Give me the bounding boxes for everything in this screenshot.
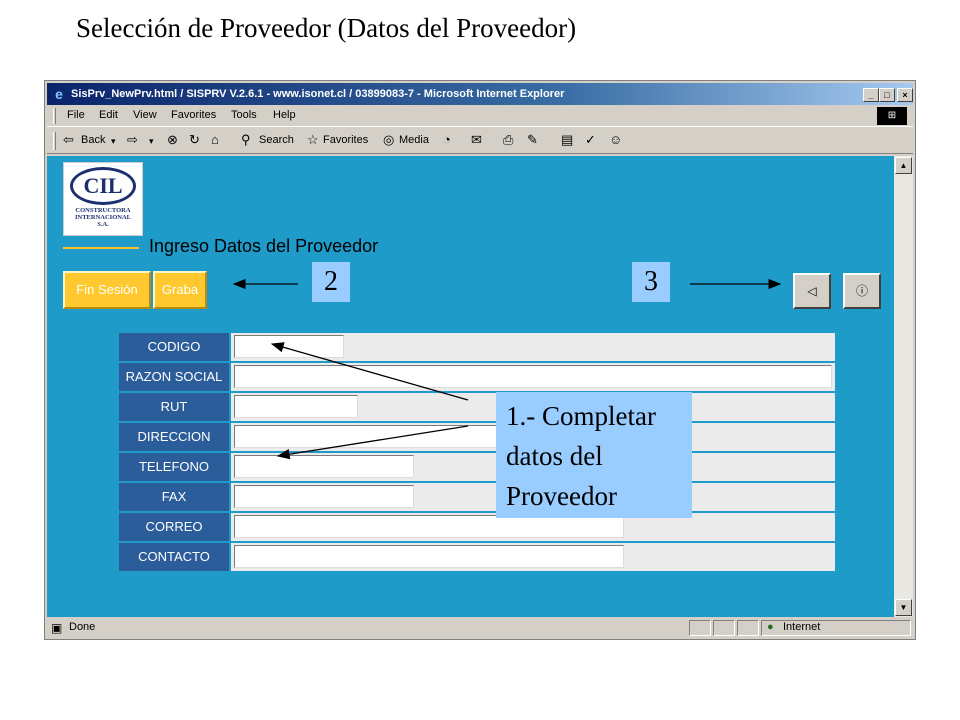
correo-label: CORREO bbox=[119, 513, 229, 541]
logo-initials: CIL bbox=[70, 167, 136, 205]
direccion-label: DIRECCION bbox=[119, 423, 229, 451]
logo-text: CONSTRUCTORA INTERNACIONAL S.A. bbox=[64, 207, 142, 228]
messenger-icon[interactable]: ☺ bbox=[609, 132, 622, 147]
globe-icon: ● bbox=[767, 621, 774, 633]
windows-logo-icon: ⊞ bbox=[877, 107, 907, 125]
form-row-correo: CORREO bbox=[119, 513, 835, 541]
back-arrow-icon[interactable]: ⇦ bbox=[63, 132, 74, 148]
form-row-codigo: CODIGO bbox=[119, 333, 835, 361]
codigo-input[interactable] bbox=[234, 335, 344, 358]
info-button[interactable]: ⓘ bbox=[843, 273, 881, 309]
forward-dropdown-icon[interactable]: ▾ bbox=[149, 136, 154, 147]
telefono-label: TELEFONO bbox=[119, 453, 229, 481]
form-row-razon-social: RAZON SOCIAL bbox=[119, 363, 835, 391]
toolbar: ⇦ Back ▾ ⇨ ▾ ⊗ ↻ ⌂ ⚲ Search ☆ Favorites … bbox=[47, 128, 913, 154]
media-button[interactable]: Media bbox=[399, 134, 429, 146]
step-3-label: 3 bbox=[632, 262, 670, 302]
codigo-cell bbox=[231, 333, 835, 361]
logo-line-1: CONSTRUCTORA bbox=[75, 207, 131, 214]
edit-icon[interactable]: ✎ bbox=[527, 132, 538, 148]
forward-arrow-icon[interactable]: ⇨ bbox=[127, 132, 138, 148]
razon-social-input[interactable] bbox=[234, 365, 832, 388]
correo-input[interactable] bbox=[234, 515, 624, 538]
discuss-icon[interactable]: ▤ bbox=[561, 132, 573, 148]
form-row-rut: RUT bbox=[119, 393, 835, 421]
menu-tools[interactable]: Tools bbox=[231, 109, 257, 121]
razon-social-cell bbox=[231, 363, 835, 391]
back-nav-button[interactable]: ◁ bbox=[793, 273, 831, 309]
contacto-input[interactable] bbox=[234, 545, 624, 568]
print-icon[interactable]: ⎙ bbox=[503, 132, 513, 148]
logo-line-3: S.A. bbox=[97, 221, 109, 228]
stop-icon[interactable]: ⊗ bbox=[167, 132, 178, 148]
browser-window: e SisPrv_NewPrv.html / SISPRV V.2.6.1 - … bbox=[44, 80, 916, 640]
search-icon[interactable]: ⚲ bbox=[241, 132, 251, 148]
back-button[interactable]: Back bbox=[81, 134, 105, 146]
form-row-contacto: CONTACTO bbox=[119, 543, 835, 571]
menu-edit[interactable]: Edit bbox=[99, 109, 118, 121]
vertical-scrollbar[interactable]: ▲ ▼ bbox=[894, 156, 913, 617]
toolbar-grip bbox=[53, 132, 56, 150]
save-button[interactable]: Graba bbox=[153, 271, 207, 309]
maximize-button[interactable]: □ bbox=[879, 88, 895, 102]
instruction-callout: 1.- Completar datos del Proveedor bbox=[496, 392, 692, 518]
logout-button[interactable]: Fin Sesión bbox=[63, 271, 151, 309]
menu-view[interactable]: View bbox=[133, 109, 157, 121]
callout-line-3: Proveedor bbox=[506, 481, 617, 511]
slide-title: Selección de Proveedor (Datos del Provee… bbox=[76, 13, 577, 43]
favorites-icon[interactable]: ☆ bbox=[307, 132, 319, 148]
favorites-button[interactable]: Favorites bbox=[323, 134, 368, 146]
step-2-label: 2 bbox=[312, 262, 350, 302]
status-cell-2 bbox=[713, 620, 735, 636]
ie-icon: e bbox=[55, 86, 63, 102]
refresh-icon[interactable]: ↻ bbox=[189, 132, 200, 148]
razon-social-label: RAZON SOCIAL bbox=[119, 363, 229, 391]
status-cell-3 bbox=[737, 620, 759, 636]
status-bar: ▣ Done ● Internet bbox=[47, 619, 913, 637]
heading-rule bbox=[63, 247, 139, 249]
supplier-form: CODIGO RAZON SOCIAL RUT DIRECCION TELEFO… bbox=[119, 333, 835, 574]
page-heading: Ingreso Datos del Proveedor bbox=[149, 236, 379, 256]
search-button[interactable]: Search bbox=[259, 134, 294, 146]
scroll-down-arrow-icon[interactable]: ▼ bbox=[895, 599, 912, 616]
mail-icon[interactable]: ✉ bbox=[471, 132, 482, 148]
menu-help[interactable]: Help bbox=[273, 109, 296, 121]
callout-line-2: datos del bbox=[506, 441, 603, 471]
company-logo: CIL CONSTRUCTORA INTERNACIONAL S.A. bbox=[63, 162, 143, 236]
page-done-icon: ▣ bbox=[51, 621, 63, 635]
fax-input[interactable] bbox=[234, 485, 414, 508]
status-cell-1 bbox=[689, 620, 711, 636]
rut-input[interactable] bbox=[234, 395, 358, 418]
contacto-cell bbox=[231, 543, 835, 571]
home-icon[interactable]: ⌂ bbox=[211, 132, 219, 147]
history-icon[interactable]: ◔ bbox=[443, 132, 451, 147]
fax-label: FAX bbox=[119, 483, 229, 511]
callout-line-1: 1.- Completar bbox=[506, 401, 656, 431]
rut-label: RUT bbox=[119, 393, 229, 421]
menu-bar: File Edit View Favorites Tools Help ⊞ bbox=[47, 105, 913, 127]
status-zone: Internet bbox=[783, 621, 821, 633]
logo-line-2: INTERNACIONAL bbox=[75, 214, 131, 221]
menu-grip bbox=[53, 108, 56, 124]
status-text: Done bbox=[69, 621, 96, 633]
window-title: SisPrv_NewPrv.html / SISPRV V.2.6.1 - ww… bbox=[71, 88, 565, 100]
spellcheck-icon[interactable]: ✓ bbox=[585, 132, 596, 148]
telefono-input[interactable] bbox=[234, 455, 414, 478]
form-row-telefono: TELEFONO bbox=[119, 453, 835, 481]
minimize-button[interactable]: _ bbox=[863, 88, 879, 102]
close-button[interactable]: × bbox=[897, 88, 913, 102]
scroll-up-arrow-icon[interactable]: ▲ bbox=[895, 157, 912, 174]
codigo-label: CODIGO bbox=[119, 333, 229, 361]
menu-favorites[interactable]: Favorites bbox=[171, 109, 216, 121]
title-bar: e SisPrv_NewPrv.html / SISPRV V.2.6.1 - … bbox=[47, 83, 913, 105]
form-row-direccion: DIRECCION bbox=[119, 423, 835, 451]
media-icon[interactable]: ◎ bbox=[383, 132, 394, 148]
back-dropdown-icon[interactable]: ▾ bbox=[111, 136, 116, 147]
contacto-label: CONTACTO bbox=[119, 543, 229, 571]
page-content: CIL CONSTRUCTORA INTERNACIONAL S.A. Ingr… bbox=[47, 156, 894, 617]
menu-file[interactable]: File bbox=[67, 109, 85, 121]
form-row-fax: FAX bbox=[119, 483, 835, 511]
